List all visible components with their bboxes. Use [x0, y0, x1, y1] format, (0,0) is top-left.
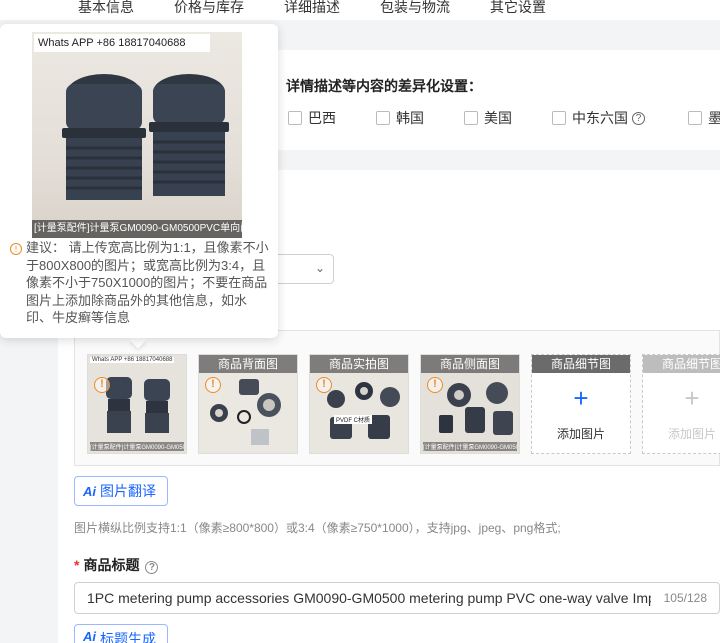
product-tag: PVDF C材质 — [334, 415, 373, 424]
add-image-label: 添加图片 — [667, 427, 716, 441]
tab-price-stock[interactable]: 价格与库存 — [174, 0, 244, 17]
checkbox-label: 美国 — [484, 110, 512, 126]
checkbox-box[interactable] — [376, 111, 390, 125]
differentiation-title: 详情描述等内容的差异化设置： — [286, 78, 482, 94]
button-label: 图片翻译 — [100, 483, 156, 499]
plus-icon[interactable]: + — [532, 383, 630, 413]
add-image-slot-detail-disabled[interactable]: 商品细节图 + 添加图片 — [642, 354, 720, 454]
checkbox-box[interactable] — [464, 111, 478, 125]
section-tabs: 基本信息 价格与库存 详细描述 包装与物流 其它设置 — [0, 0, 720, 20]
tab-packaging-logistics[interactable]: 包装与物流 — [380, 0, 450, 17]
chevron-down-icon: ⌄ — [314, 261, 325, 275]
warning-icon[interactable]: ! — [316, 377, 332, 393]
image-format-hint: 图片横纵比例支持1:1（像素≥800*800）或3:4（像素≥750*1000）… — [74, 521, 561, 535]
preview-image: Whats APP +86 18817040688 [计量泵配件]计量泵GM00… — [32, 32, 242, 238]
checkbox-label: 中东六国 — [572, 110, 628, 126]
product-title-label: * 商品标题? — [74, 555, 159, 575]
tab-detail-description[interactable]: 详细描述 — [284, 0, 340, 17]
image-caption: 商品细节图 — [532, 355, 630, 373]
image-caption: 商品实拍图 — [310, 355, 408, 373]
warning-icon[interactable]: ! — [94, 377, 110, 393]
ai-icon: Ai — [83, 483, 96, 499]
image-footer-text: [计量泵配件]计量泵GM0090-GM0500PVC单向阀 — [32, 220, 242, 238]
watermark-text: Whats APP +86 18817040688 — [34, 34, 210, 52]
image-slot-back[interactable]: 商品背面图 ! — [198, 354, 298, 454]
warning-icon: ! — [10, 243, 22, 255]
checkbox-label: 巴西 — [308, 110, 336, 126]
upload-advice-text: 建议： 请上传宽高比例为1:1，且像素不小于800X800的图片；或宽高比例为3… — [26, 240, 269, 325]
char-counter: 105/128 — [663, 591, 707, 605]
product-title-input[interactable]: 1PC metering pump accessories GM0090-GM0… — [74, 582, 720, 614]
help-icon[interactable]: ? — [145, 561, 159, 574]
label-text: 商品标题 — [83, 557, 140, 573]
checkbox-label: 韩国 — [396, 110, 424, 126]
ai-icon: Ai — [83, 629, 96, 643]
watermark-text: Whats APP +86 18817040688 — [90, 357, 175, 363]
tab-basic-info[interactable]: 基本信息 — [78, 0, 134, 17]
product-photo — [62, 74, 229, 200]
tab-other-settings[interactable]: 其它设置 — [490, 0, 546, 17]
add-image-slot-detail[interactable]: 商品细节图 + 添加图片 — [531, 354, 631, 454]
plus-icon[interactable]: + — [643, 383, 720, 413]
country-checkbox-middle-east[interactable]: 中东六国? — [552, 108, 645, 128]
image-footer-text: [计量泵配件]计量泵GM0090-GM0500PVC单向阀 — [90, 442, 184, 451]
checkbox-label: 墨 — [708, 110, 720, 126]
warning-icon[interactable]: ! — [205, 377, 221, 393]
add-image-label: 添加图片 — [556, 427, 605, 441]
image-preview-popover: Whats APP +86 18817040688 [计量泵配件]计量泵GM00… — [0, 24, 278, 338]
product-photo — [88, 355, 186, 453]
country-checkbox-korea[interactable]: 韩国 — [376, 108, 424, 128]
image-translate-button[interactable]: Ai 图片翻译 — [74, 476, 168, 506]
warning-icon[interactable]: ! — [427, 377, 443, 393]
image-slot-real-shot[interactable]: 商品实拍图 ! PVDF C材质 — [309, 354, 409, 454]
image-slot-side[interactable]: 商品侧面图 ! [计量泵配件]计量泵GM0090-GM0500单向阀 — [420, 354, 520, 454]
image-caption: 商品背面图 — [199, 355, 297, 373]
image-caption: 商品细节图 — [643, 355, 720, 373]
differentiation-panel: 详情描述等内容的差异化设置： 巴西 韩国 美国 中东六国? 墨 — [270, 50, 720, 150]
checkbox-box[interactable] — [288, 111, 302, 125]
title-input-value: 1PC metering pump accessories GM0090-GM0… — [87, 590, 651, 606]
image-footer-text: [计量泵配件]计量泵GM0090-GM0500单向阀 — [423, 442, 517, 451]
image-slot-main[interactable]: Whats APP +86 18817040688 ! [计量泵配件]计量泵GM… — [87, 354, 187, 454]
title-generate-button[interactable]: Ai 标题生成 — [74, 624, 168, 643]
country-checkbox-mexico[interactable]: 墨 — [688, 108, 720, 128]
button-label: 标题生成 — [100, 631, 156, 643]
country-checkbox-brazil[interactable]: 巴西 — [288, 108, 336, 128]
checkbox-box[interactable] — [688, 111, 702, 125]
checkbox-box[interactable] — [552, 111, 566, 125]
dropdown-select[interactable]: ⌄ — [270, 254, 334, 284]
required-mark: * — [74, 557, 80, 573]
help-icon[interactable]: ? — [632, 111, 645, 125]
country-checkbox-usa[interactable]: 美国 — [464, 108, 512, 128]
image-caption: 商品侧面图 — [421, 355, 519, 373]
